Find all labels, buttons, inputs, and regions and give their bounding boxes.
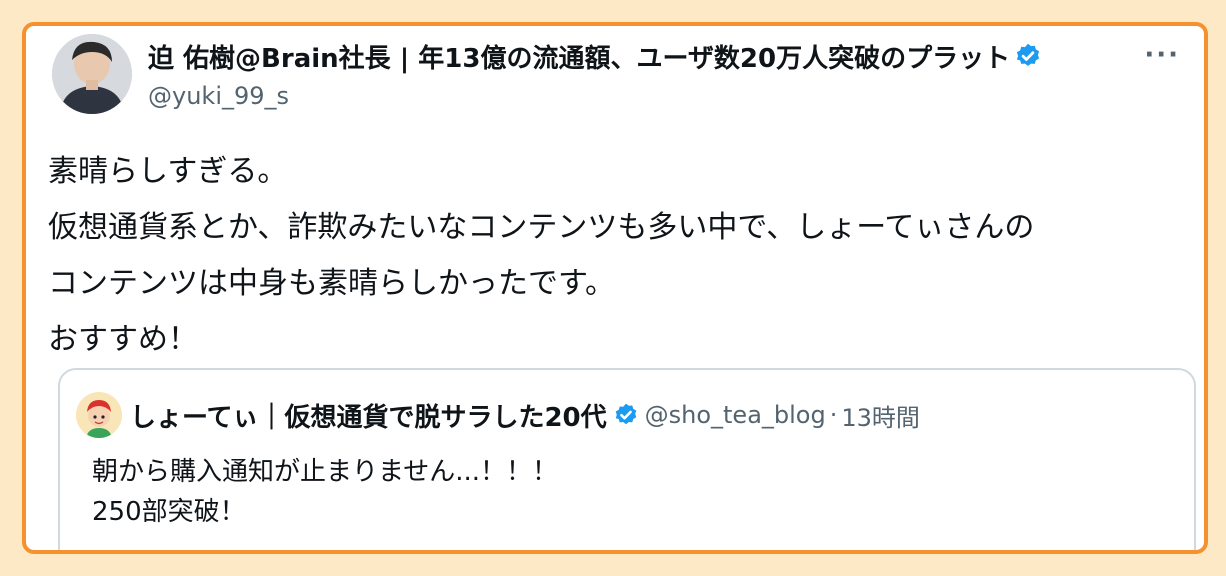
- tweet-header: 迫 佑樹@Brain社長 | 年13億の流通額、ユーザ数20万人突破のプラット …: [52, 32, 1184, 122]
- tweet-body-line: 仮想通貨系とか、詐欺みたいなコンテンツも多い中で、しょーてぃさんの: [48, 210, 1035, 245]
- verified-badge-icon: [615, 403, 636, 425]
- author-handle[interactable]: @yuki_99_s: [148, 82, 289, 110]
- quoted-tweet-time[interactable]: 13時間: [841, 398, 920, 433]
- quoted-tweet-header: しょーてぃ｜仮想通貨で脱サラした20代 @sho_tea_blog · 13時間: [76, 390, 1178, 440]
- quoted-author-handle[interactable]: @sho_tea_blog: [645, 401, 826, 429]
- tweet-body-line: 素晴らしすぎる。: [48, 154, 288, 189]
- tweet-card: 迫 佑樹@Brain社長 | 年13億の流通額、ユーザ数20万人突破のプラット …: [22, 22, 1208, 554]
- quoted-tweet-body: 朝から購入通知が止まりません...！！！ 250部突破！: [92, 452, 558, 532]
- more-options-icon[interactable]: ···: [1144, 40, 1180, 70]
- verified-badge-icon: [1017, 43, 1040, 66]
- author-name-row: 迫 佑樹@Brain社長 | 年13億の流通額、ユーザ数20万人突破のプラット: [148, 36, 1114, 76]
- quoted-tweet[interactable]: しょーてぃ｜仮想通貨で脱サラした20代 @sho_tea_blog · 13時間…: [58, 368, 1196, 550]
- author-avatar[interactable]: [52, 34, 132, 114]
- quoted-author-avatar[interactable]: [76, 392, 122, 438]
- tweet-body-line: おすすめ！: [48, 322, 198, 357]
- tweet-body-line: コンテンツは中身も素晴らしかったです。: [48, 266, 615, 301]
- separator-dot: ·: [829, 401, 838, 429]
- tweet-body: 素晴らしすぎる。 仮想通貨系とか、詐欺みたいなコンテンツも多い中で、しょーてぃさ…: [48, 144, 1184, 368]
- quoted-author-name[interactable]: しょーてぃ｜仮想通貨で脱サラした20代: [130, 397, 607, 434]
- quoted-body-line: 朝から購入通知が止まりません...！！！: [92, 457, 559, 487]
- author-name[interactable]: 迫 佑樹@Brain社長 | 年13億の流通額、ユーザ数20万人突破のプラット: [148, 38, 1010, 75]
- quoted-body-line: 250部突破！: [92, 497, 246, 527]
